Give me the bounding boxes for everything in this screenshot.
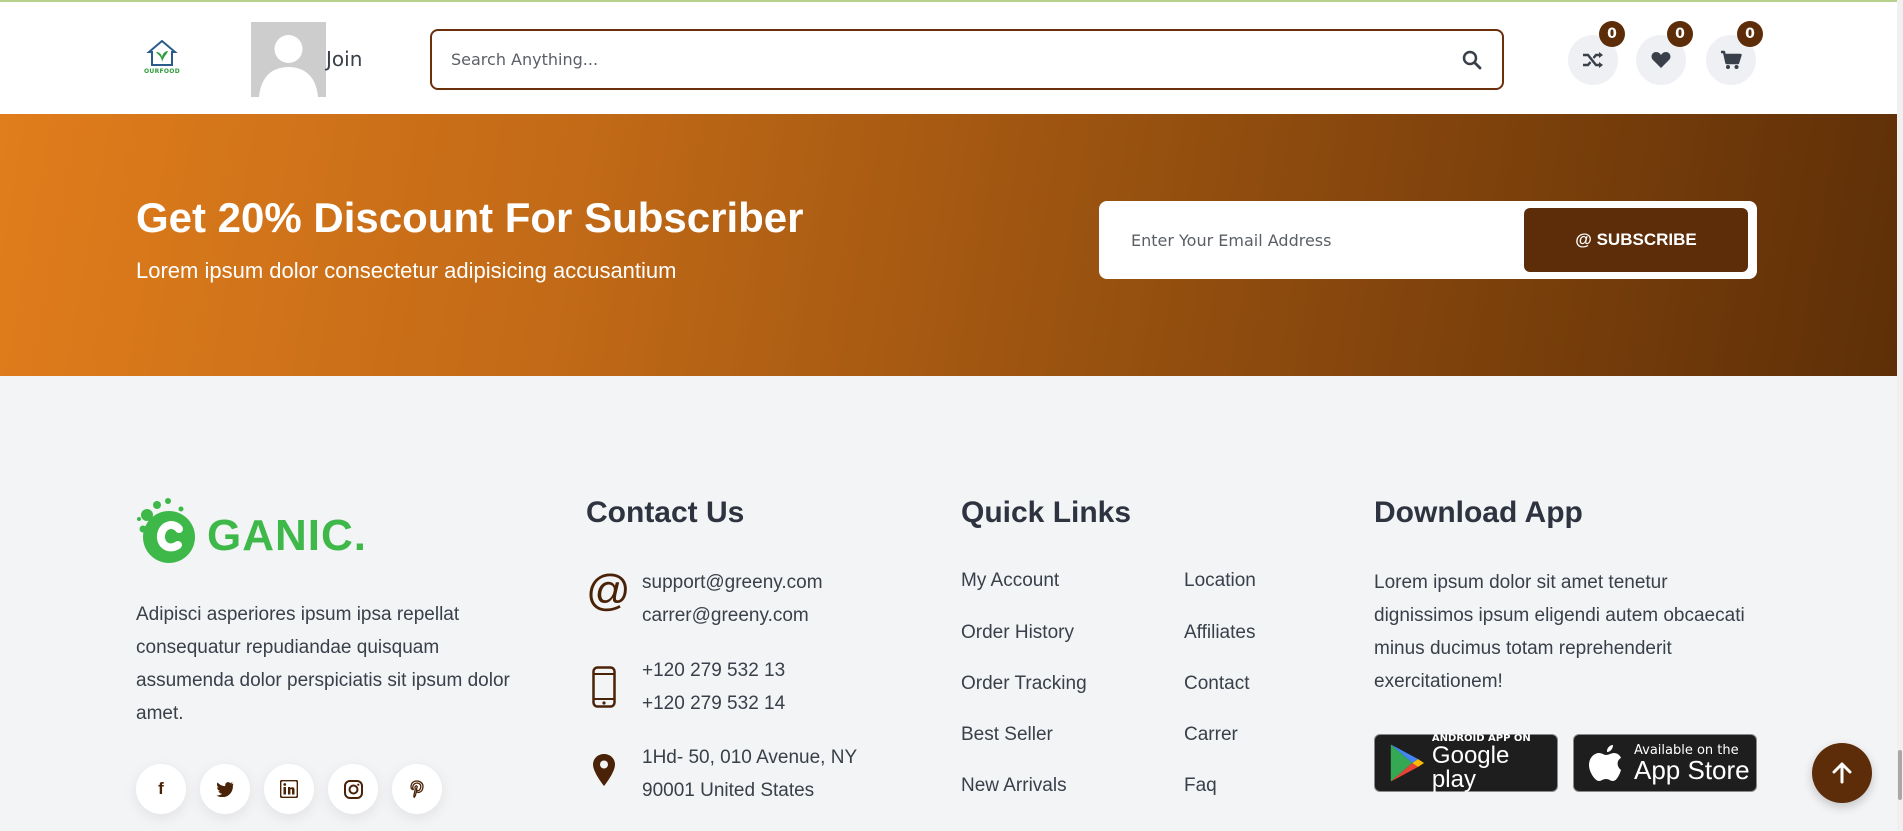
google-play-big-label: Google play xyxy=(1431,742,1510,793)
quick-link-location[interactable]: Location xyxy=(1184,570,1256,592)
email-link-carrer[interactable]: carrer@greeny.com xyxy=(642,599,823,632)
twitter-link[interactable] xyxy=(200,764,250,814)
cart-count-badge: 0 xyxy=(1737,21,1763,47)
house-leaf-icon xyxy=(146,39,178,66)
apple-icon xyxy=(1589,745,1621,781)
arrow-up-icon xyxy=(1832,762,1852,784)
email-field[interactable] xyxy=(1119,201,1499,279)
social-links: f xyxy=(136,764,442,814)
quick-link-order-history[interactable]: Order History xyxy=(961,622,1074,644)
quick-link-faq[interactable]: Faq xyxy=(1184,775,1217,797)
download-title: Download App xyxy=(1374,496,1583,529)
google-play-icon xyxy=(1390,744,1425,782)
subscribe-form: @ SUBSCRIBE xyxy=(1099,201,1757,279)
heart-icon xyxy=(1651,52,1671,68)
wishlist-count-badge: 0 xyxy=(1667,21,1693,47)
app-store-button[interactable]: Available on the App Store xyxy=(1573,734,1757,792)
cart-icon xyxy=(1721,50,1742,69)
phone-link-1[interactable]: +120 279 532 13 xyxy=(642,654,785,687)
twitter-icon xyxy=(216,781,234,797)
phone-link-2[interactable]: +120 279 532 14 xyxy=(642,687,785,720)
site-header: OURFOOD Join 0 0 xyxy=(0,2,1897,114)
cart-button[interactable]: 0 xyxy=(1706,21,1763,85)
pinterest-icon xyxy=(410,780,424,798)
pinterest-link[interactable] xyxy=(392,764,442,814)
search-icon xyxy=(1462,50,1482,69)
quick-links-title: Quick Links xyxy=(961,496,1132,529)
scrollbar-track[interactable] xyxy=(1897,0,1903,831)
compare-button[interactable]: 0 xyxy=(1568,21,1625,85)
search-bar xyxy=(430,29,1504,90)
brand-text: GANIC. xyxy=(207,511,367,560)
footer-logo[interactable]: GANIC. xyxy=(135,493,367,567)
linkedin-link[interactable] xyxy=(264,764,314,814)
quick-link-order-tracking[interactable]: Order Tracking xyxy=(961,673,1087,695)
address-line-1: 1Hd- 50, 010 Avenue, NY xyxy=(642,747,858,768)
contact-title: Contact Us xyxy=(586,496,745,529)
subscribe-banner: Get 20% Discount For Subscriber Lorem ip… xyxy=(0,114,1897,376)
contact-email: @ support@greeny.com carrer@greeny.com xyxy=(586,566,823,632)
quick-link-my-account[interactable]: My Account xyxy=(961,570,1059,592)
site-logo[interactable]: OURFOOD xyxy=(137,32,187,82)
quick-link-best-seller[interactable]: Best Seller xyxy=(961,724,1053,746)
address-line-2: 90001 United States xyxy=(642,780,815,801)
google-play-button[interactable]: ANDROID APP ON Google play xyxy=(1374,734,1558,792)
subscribe-title: Get 20% Discount For Subscriber xyxy=(136,194,804,241)
search-input[interactable] xyxy=(432,31,1442,88)
back-to-top-button[interactable] xyxy=(1812,743,1872,803)
quick-link-affiliates[interactable]: Affiliates xyxy=(1184,622,1255,644)
avatar[interactable] xyxy=(251,22,326,97)
map-pin-icon xyxy=(593,754,615,786)
shuffle-icon xyxy=(1583,52,1603,68)
instagram-icon xyxy=(343,779,363,799)
app-store-big-label: App Store xyxy=(1634,754,1750,785)
download-text: Lorem ipsum dolor sit amet tenetur digni… xyxy=(1374,572,1745,692)
linkedin-icon xyxy=(280,780,298,798)
user-silhouette-icon xyxy=(251,22,326,97)
quick-link-carrer[interactable]: Carrer xyxy=(1184,724,1238,746)
wishlist-button[interactable]: 0 xyxy=(1636,21,1693,85)
instagram-link[interactable] xyxy=(328,764,378,814)
quick-link-contact[interactable]: Contact xyxy=(1184,673,1249,695)
logo-text: OURFOOD xyxy=(144,68,180,75)
contact-phone: +120 279 532 13 +120 279 532 14 xyxy=(586,654,785,720)
quick-link-new-arrivals[interactable]: New Arrivals xyxy=(961,775,1067,797)
facebook-link[interactable]: f xyxy=(136,764,186,814)
contact-address: 1Hd- 50, 010 Avenue, NY 90001 United Sta… xyxy=(586,741,857,807)
phone-icon xyxy=(592,666,616,708)
scrollbar-thumb[interactable] xyxy=(1898,750,1902,800)
at-icon: @ xyxy=(586,566,631,615)
email-link-support[interactable]: support@greeny.com xyxy=(642,566,823,599)
subscribe-button[interactable]: @ SUBSCRIBE xyxy=(1524,208,1748,272)
subscribe-subtitle: Lorem ipsum dolor consectetur adipisicin… xyxy=(136,258,677,283)
search-button[interactable] xyxy=(1442,31,1502,88)
facebook-icon: f xyxy=(158,779,164,798)
join-link[interactable]: Join xyxy=(326,47,362,71)
about-text: Adipisci asperiores ipsum ipsa repellat … xyxy=(136,604,510,724)
compare-count-badge: 0 xyxy=(1599,21,1625,47)
